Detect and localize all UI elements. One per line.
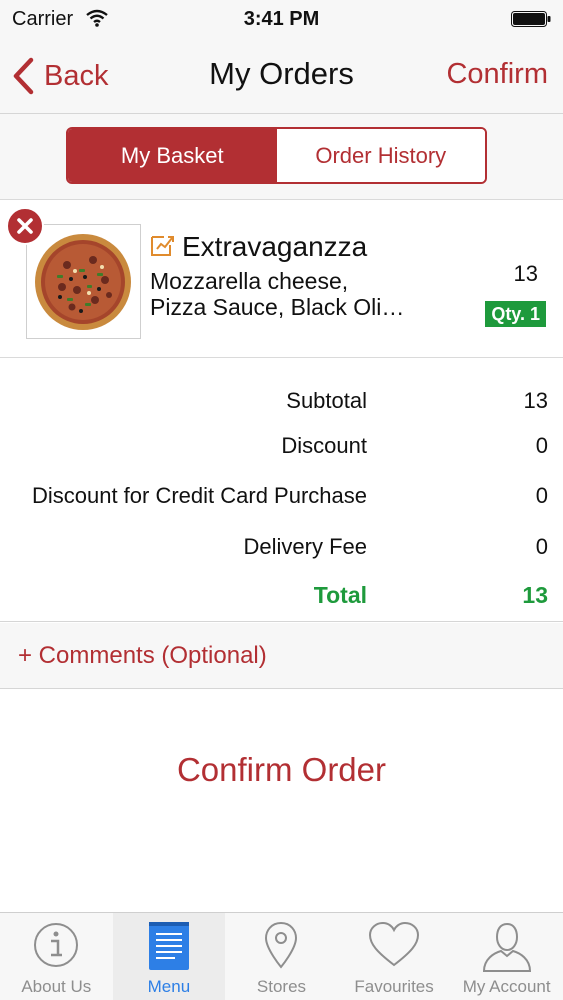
item-description-line1: Mozzarella cheese, — [150, 268, 349, 294]
cc-discount-value: 0 — [535, 483, 548, 508]
basket-item[interactable]: Extravaganzza Mozzarella cheese, Pizza S… — [0, 201, 563, 358]
navigation-bar: Back My Orders Confirm — [0, 40, 563, 114]
map-pin-icon — [265, 921, 298, 969]
pizza-image — [26, 224, 141, 339]
tab-my-basket[interactable]: My Basket — [68, 129, 277, 182]
tab-label-about-us: About Us — [21, 977, 92, 996]
tab-bar: About Us Menu Stores Favourites My Accou… — [0, 912, 563, 1000]
add-comments-button[interactable]: + Comments (Optional) — [18, 642, 267, 670]
total-label: Total — [313, 582, 367, 608]
menu-book-icon — [148, 922, 189, 970]
total-value: 13 — [522, 582, 548, 608]
heart-icon — [369, 921, 420, 967]
status-time: 3:41 PM — [243, 8, 320, 30]
total-row: Total 13 — [0, 582, 563, 612]
tab-about-us[interactable]: About Us — [0, 913, 113, 1000]
info-icon — [34, 923, 79, 967]
tab-label-stores: Stores — [256, 977, 307, 996]
tab-label-my-account: My Account — [462, 977, 551, 996]
quantity-badge: Qty. 1 — [485, 301, 546, 327]
discount-row: Discount 0 — [0, 433, 563, 463]
tab-label-menu: Menu — [147, 977, 191, 996]
delivery-fee-label: Delivery Fee — [243, 534, 367, 559]
battery-icon — [511, 11, 551, 27]
tab-my-account[interactable]: My Account — [450, 913, 563, 1000]
tab-order-history[interactable]: Order History — [276, 129, 485, 182]
delivery-fee-value: 0 — [535, 534, 548, 559]
tab-favourites[interactable]: Favourites — [338, 913, 451, 1000]
tab-label-favourites: Favourites — [354, 977, 434, 996]
discount-label: Discount — [281, 433, 367, 458]
item-price: 13 — [513, 261, 538, 286]
tab-stores[interactable]: Stores — [225, 913, 338, 1000]
delivery-fee-row: Delivery Fee 0 — [0, 534, 563, 564]
item-description-line2: Pizza Sauce, Black Oli… — [150, 294, 405, 320]
remove-item-button[interactable] — [6, 207, 44, 245]
discount-value: 0 — [535, 433, 548, 458]
status-bar: Carrier 3:41 PM — [0, 0, 563, 40]
order-totals: Subtotal 13 Discount 0 Discount for Cred… — [0, 358, 563, 622]
edit-icon[interactable] — [150, 233, 176, 257]
close-icon — [17, 218, 33, 234]
subtotal-value: 13 — [523, 388, 548, 413]
cc-discount-label: Discount for Credit Card Purchase — [31, 483, 367, 508]
comments-section: + Comments (Optional) — [0, 623, 563, 689]
cc-discount-row: Discount for Credit Card Purchase 0 — [0, 483, 563, 513]
item-name: Extravaganzza — [182, 231, 368, 262]
confirm-order-button[interactable]: Confirm Order — [0, 751, 563, 789]
item-description: Mozzarella cheese, Pizza Sauce, Black Ol… — [150, 268, 430, 320]
confirm-button[interactable]: Confirm — [446, 58, 548, 91]
segmented-control: My Basket Order History — [66, 127, 487, 184]
subtotal-row: Subtotal 13 — [0, 388, 563, 418]
person-icon — [482, 922, 531, 972]
segment-bar: My Basket Order History — [0, 114, 563, 200]
subtotal-label: Subtotal — [286, 388, 367, 413]
tab-menu[interactable]: Menu — [112, 913, 226, 1000]
